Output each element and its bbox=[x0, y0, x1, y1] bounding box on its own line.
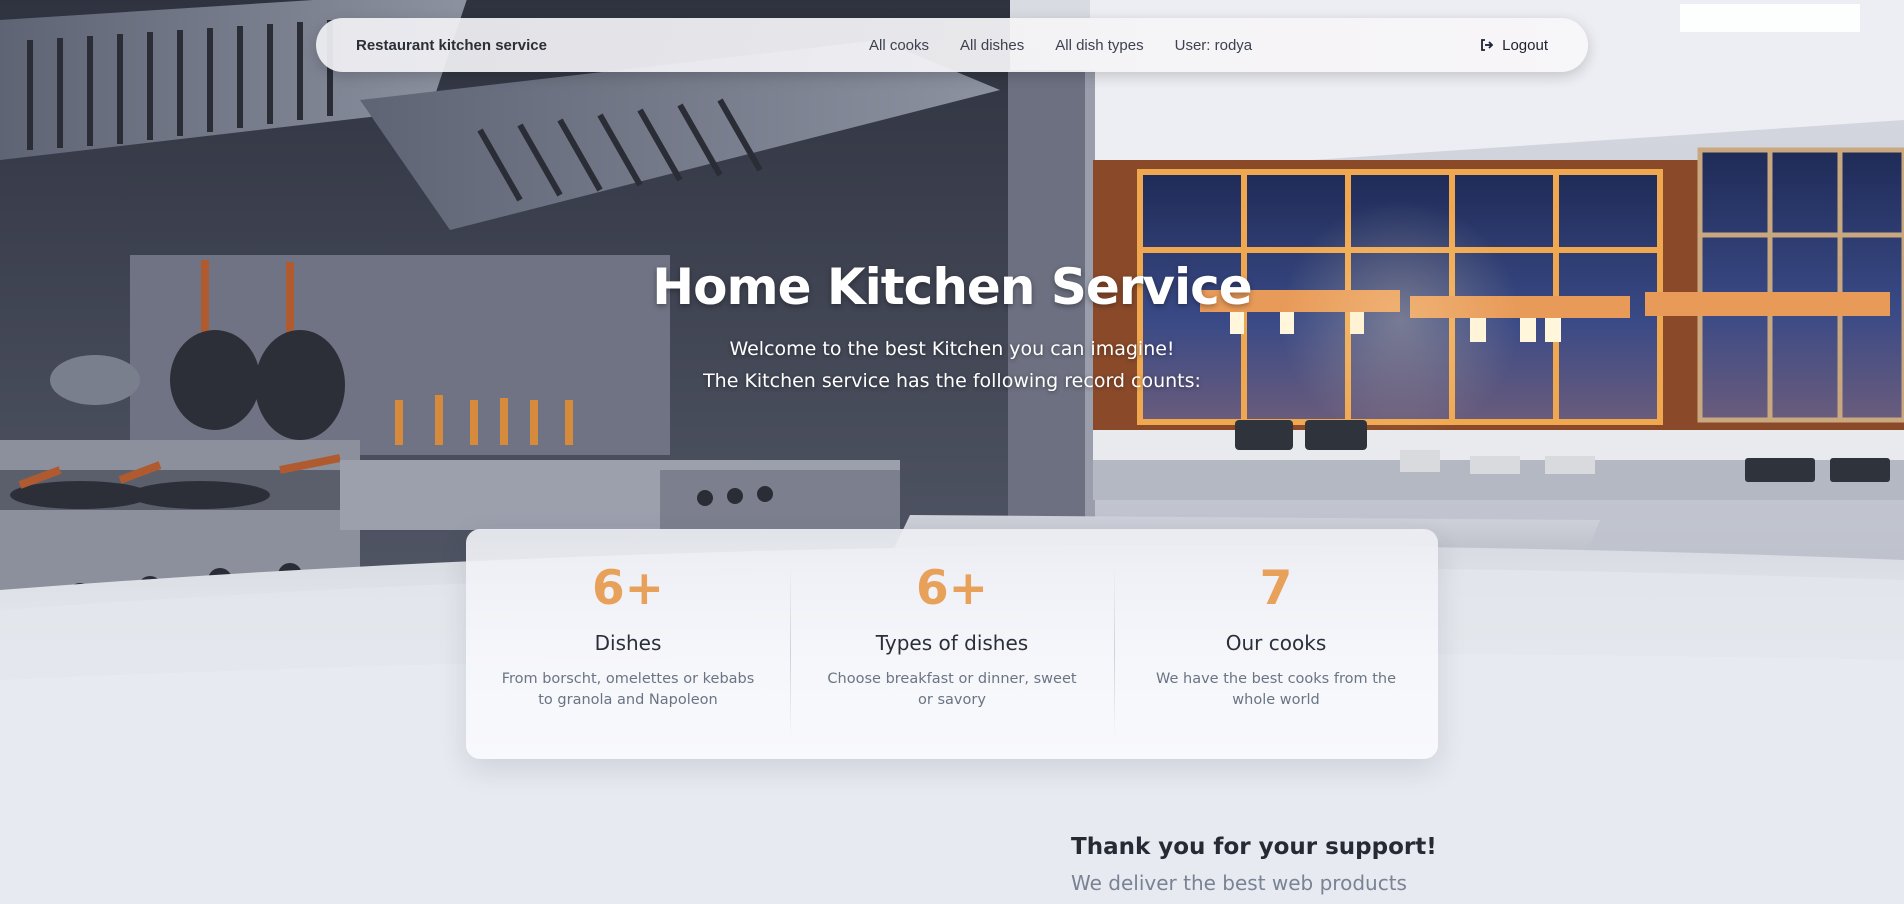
current-user-label: User: rodya bbox=[1174, 36, 1253, 54]
support-subtitle: We deliver the best web products bbox=[1071, 871, 1407, 895]
stats-card: 6+ Dishes From borscht, omelettes or keb… bbox=[466, 529, 1438, 759]
stat-title: Types of dishes bbox=[875, 631, 1029, 655]
page: Restaurant kitchen service All cooks All… bbox=[0, 0, 1904, 904]
hero-subtitle-line-1: Welcome to the best Kitchen you can imag… bbox=[729, 338, 1175, 360]
hero-title: Home Kitchen Service bbox=[652, 258, 1252, 316]
stat-title: Our cooks bbox=[1225, 631, 1327, 655]
nav-link-all-dishes[interactable]: All dishes bbox=[960, 37, 1024, 54]
logout-button[interactable]: Logout bbox=[1480, 18, 1548, 72]
stat-description: Choose breakfast or dinner, sweet or sav… bbox=[827, 671, 1077, 708]
stat-description: We have the best cooks from the whole wo… bbox=[1155, 671, 1396, 708]
support-title: Thank you for your support! bbox=[1071, 834, 1437, 860]
sign-out-icon bbox=[1480, 38, 1494, 52]
stat-dish-types: 6+ Types of dishes Choose breakfast or d… bbox=[790, 529, 1114, 759]
nav-link-all-dish-types[interactable]: All dish types bbox=[1055, 37, 1143, 54]
stat-dishes: 6+ Dishes From borscht, omelettes or keb… bbox=[466, 529, 790, 759]
stat-value: 6+ bbox=[591, 561, 665, 616]
stat-cooks: 7 Our cooks We have the best cooks from … bbox=[1114, 529, 1438, 759]
stat-title: Dishes bbox=[594, 631, 662, 655]
logout-label: Logout bbox=[1502, 36, 1548, 54]
stat-description: From borscht, omelettes or kebabs to gra… bbox=[501, 671, 755, 708]
stat-value: 6+ bbox=[915, 561, 989, 616]
nav-links: All cooks All dishes All dish types User… bbox=[869, 18, 1252, 72]
nav-link-all-cooks[interactable]: All cooks bbox=[869, 37, 929, 54]
stat-value: 7 bbox=[1259, 561, 1293, 616]
hero-subtitle-line-2: The Kitchen service has the following re… bbox=[703, 370, 1201, 392]
brand-link[interactable]: Restaurant kitchen service bbox=[356, 37, 547, 54]
navbar: Restaurant kitchen service All cooks All… bbox=[316, 18, 1588, 72]
